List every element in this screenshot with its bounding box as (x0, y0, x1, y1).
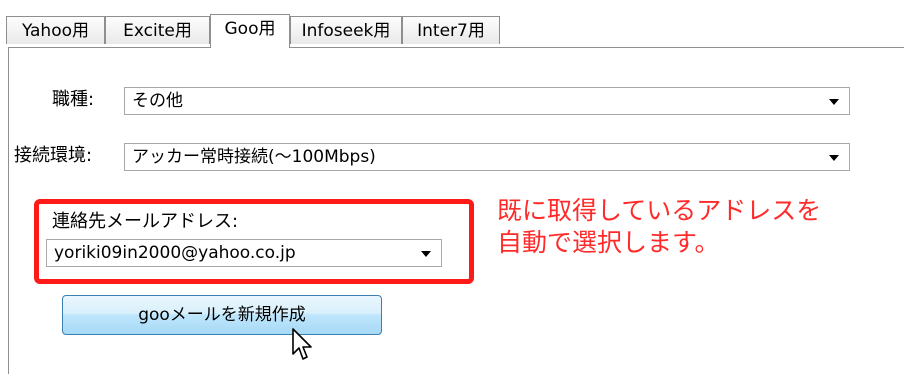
tab-inter7[interactable]: Inter7用 (402, 16, 500, 44)
tab-label: Yahoo用 (21, 21, 90, 41)
annotation-line-2: 自動で選択します。 (497, 228, 720, 257)
connection-select-value: アッカー常時接続(〜100Mbps) (132, 147, 376, 167)
tab-goo[interactable]: Goo用 (210, 14, 290, 48)
job-select[interactable]: その他 (124, 87, 850, 115)
tab-label: Goo用 (224, 19, 276, 39)
tab-label: Excite用 (123, 21, 192, 41)
email-select-value: yoriki09in2000@yahoo.co.jp (54, 243, 296, 263)
tab-strip: Yahoo用 Excite用 Goo用 Infoseek用 Inter7用 (6, 14, 904, 48)
tab-label: Inter7用 (417, 21, 485, 41)
connection-label: 接続環境: (14, 145, 93, 166)
create-goo-mail-button-label: gooメールを新規作成 (138, 305, 306, 325)
job-label: 職種: (52, 89, 95, 110)
connection-select[interactable]: アッカー常時接続(〜100Mbps) (124, 143, 850, 171)
annotation-note: 既に取得しているアドレスを 自動で選択します。 (497, 195, 821, 259)
tab-label: Infoseek用 (301, 21, 391, 41)
create-goo-mail-button[interactable]: gooメールを新規作成 (62, 295, 382, 335)
job-select-value: その他 (132, 91, 183, 111)
settings-window: Yahoo用 Excite用 Goo用 Infoseek用 Inter7用 職種… (0, 0, 904, 374)
email-select[interactable]: yoriki09in2000@yahoo.co.jp (46, 239, 442, 267)
chevron-down-icon[interactable] (829, 155, 839, 161)
chevron-down-icon[interactable] (829, 99, 839, 105)
annotation-line-1: 既に取得しているアドレスを (497, 196, 822, 225)
email-label: 連絡先メールアドレス: (52, 211, 239, 232)
tab-infoseek[interactable]: Infoseek用 (290, 16, 402, 44)
chevron-down-icon[interactable] (421, 251, 431, 257)
tab-excite[interactable]: Excite用 (105, 16, 210, 44)
mouse-pointer-icon (292, 328, 312, 360)
tab-yahoo[interactable]: Yahoo用 (6, 16, 105, 44)
